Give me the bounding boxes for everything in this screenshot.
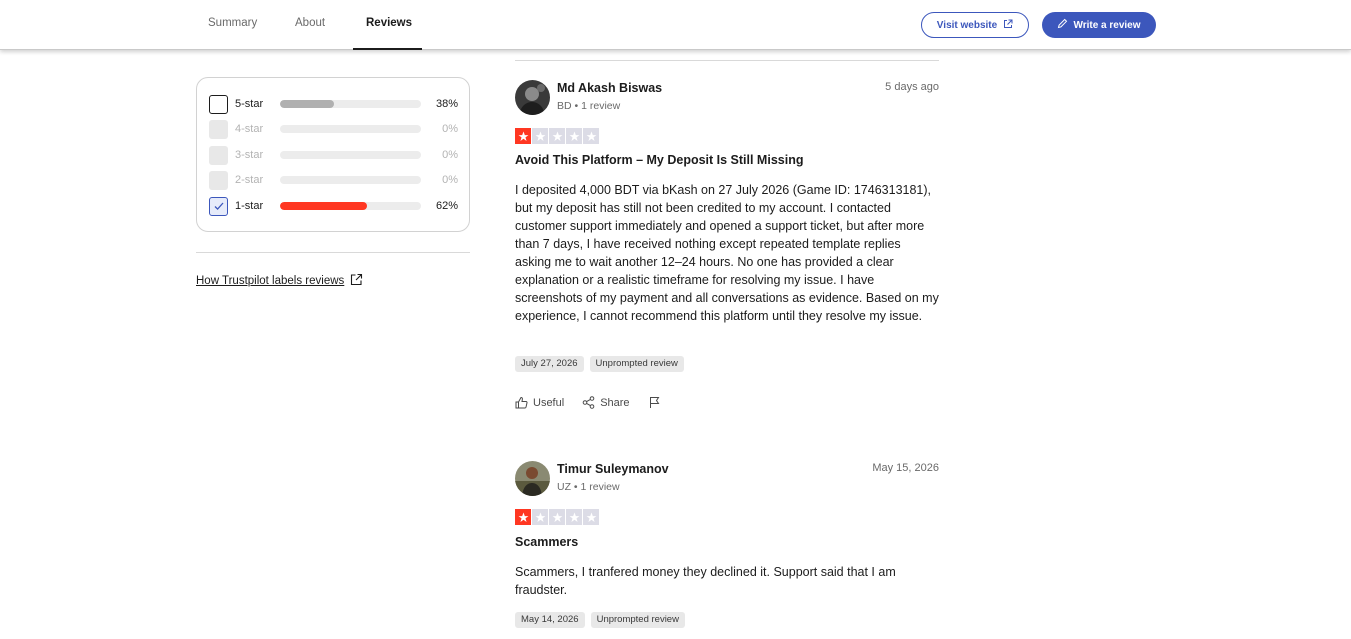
- filter-bar-fill: [280, 100, 334, 108]
- filter-row-1-star[interactable]: 1-star 62%: [209, 196, 459, 216]
- review-card: Timur Suleymanov UZ • 1 review May 15, 2…: [515, 461, 939, 636]
- filter-row-2-star: 2-star 0%: [209, 170, 459, 190]
- star-icon: [532, 509, 548, 525]
- filter-label: 3-star: [235, 149, 264, 161]
- checkmark-icon: [214, 202, 223, 211]
- useful-label: Useful: [533, 396, 565, 409]
- filter-checkbox: [209, 145, 228, 165]
- filter-percent: 0%: [442, 123, 458, 135]
- flag-icon: [649, 397, 659, 408]
- useful-button[interactable]: Useful: [515, 396, 564, 409]
- review-body: I deposited 4,000 BDT via bKash on 27 Ju…: [515, 183, 939, 323]
- filter-checkbox: [209, 170, 228, 190]
- filter-row-3-star: 3-star 0%: [209, 145, 459, 165]
- filter-percent: 38%: [435, 98, 458, 110]
- review-title[interactable]: Avoid This Platform – My Deposit Is Stil…: [515, 153, 803, 167]
- external-link-icon: [1003, 19, 1013, 32]
- star-icon: [549, 509, 565, 525]
- review-date: May 15, 2026: [872, 462, 939, 474]
- how-trustpilot-labels-label: How Trustpilot labels reviews: [196, 275, 345, 287]
- pencil-icon: [1057, 18, 1068, 32]
- filter-checkbox[interactable]: [209, 94, 228, 114]
- avatar[interactable]: [515, 80, 550, 115]
- review-date: 5 days ago: [885, 81, 939, 93]
- review-card: Md Akash Biswas BD • 1 review 5 days ago…: [515, 80, 939, 420]
- filter-percent: 0%: [442, 174, 458, 186]
- star-icon: [515, 128, 531, 144]
- filter-label: 1-star: [235, 200, 264, 212]
- filter-label: 2-star: [235, 174, 264, 186]
- write-review-button[interactable]: Write a review: [1042, 12, 1156, 38]
- review-date-tag: July 27, 2026: [515, 356, 584, 372]
- thumbs-up-icon: [515, 396, 528, 409]
- review-title[interactable]: Scammers: [515, 535, 578, 549]
- write-review-label: Write a review: [1073, 19, 1141, 31]
- share-label: Share: [600, 396, 630, 409]
- tab-about[interactable]: About: [282, 0, 338, 50]
- filter-row-4-star: 4-star 0%: [209, 119, 459, 139]
- star-rating: [515, 128, 599, 144]
- top-nav: Summary About Reviews Visit website Writ…: [0, 0, 1351, 50]
- divider: [515, 60, 939, 61]
- review-date-tag: May 14, 2026: [515, 612, 585, 628]
- visit-website-button[interactable]: Visit website: [921, 12, 1029, 38]
- filter-bar-fill: [280, 202, 368, 210]
- unprompted-tag: Unprompted review: [589, 356, 684, 372]
- filter-bar-track: [280, 125, 421, 133]
- star-icon: [549, 128, 565, 144]
- star-filter-card: 5-star 38% 4-star 0% 3-star 0% 2-star 0%…: [196, 77, 470, 232]
- review-tags: July 27, 2026 Unprompted review: [515, 356, 684, 372]
- tab-summary[interactable]: Summary: [195, 0, 270, 50]
- external-link-icon: [350, 273, 363, 289]
- reviewer-name[interactable]: Timur Suleymanov: [557, 462, 669, 476]
- star-icon: [583, 509, 599, 525]
- filter-bar-track: [280, 151, 421, 159]
- tab-reviews[interactable]: Reviews: [353, 0, 422, 50]
- star-icon: [515, 509, 531, 525]
- star-icon: [566, 509, 582, 525]
- unprompted-tag: Unprompted review: [590, 612, 685, 628]
- filter-bar-track: [280, 176, 421, 184]
- divider: [196, 252, 470, 253]
- filter-checkbox[interactable]: [209, 196, 228, 216]
- avatar[interactable]: [515, 461, 550, 496]
- star-icon: [583, 128, 599, 144]
- share-icon: [582, 396, 595, 409]
- how-trustpilot-labels-link[interactable]: How Trustpilot labels reviews: [196, 273, 363, 289]
- reviewer-meta: UZ • 1 review: [557, 481, 620, 493]
- star-icon: [566, 128, 582, 144]
- filter-bar-track: [280, 100, 421, 108]
- visit-website-label: Visit website: [936, 19, 998, 31]
- reviewer-meta: BD • 1 review: [557, 100, 621, 112]
- share-button[interactable]: Share: [582, 396, 630, 409]
- filter-percent: 0%: [442, 149, 458, 161]
- filter-percent: 62%: [435, 200, 458, 212]
- review-tags: May 14, 2026 Unprompted review: [515, 612, 685, 628]
- filter-checkbox: [209, 119, 228, 139]
- filter-bar-track: [280, 202, 421, 210]
- filter-label: 5-star: [235, 98, 264, 110]
- review-body: Scammers, I tranfered money they decline…: [515, 565, 896, 597]
- filter-label: 4-star: [235, 123, 264, 135]
- report-button[interactable]: [648, 396, 661, 409]
- reviewer-name[interactable]: Md Akash Biswas: [557, 81, 662, 95]
- filter-row-5-star[interactable]: 5-star 38%: [209, 94, 459, 114]
- star-icon: [532, 128, 548, 144]
- star-rating: [515, 509, 599, 525]
- review-actions: Useful Share: [515, 396, 661, 409]
